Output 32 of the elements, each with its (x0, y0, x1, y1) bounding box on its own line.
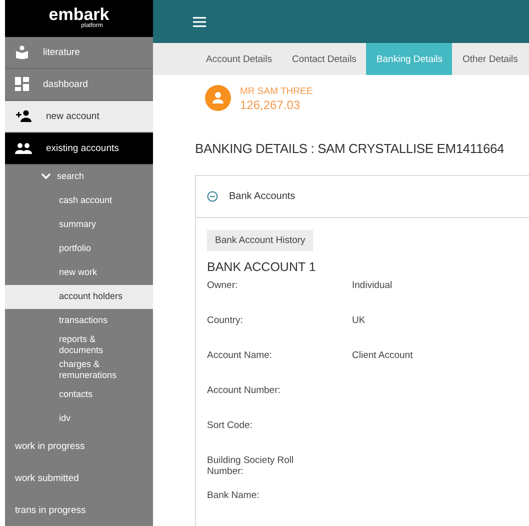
tab[interactable]: Account Details (196, 43, 282, 75)
field-label: Owner: (207, 280, 239, 291)
user-avatar-icon (205, 85, 231, 111)
client-value: 126,267.03 (240, 98, 302, 113)
sidebar-item[interactable]: new account (5, 100, 153, 133)
history-button[interactable]: Bank Account History (207, 230, 314, 251)
menu-icon[interactable] (193, 16, 206, 26)
tab[interactable]: Banking Details (366, 43, 452, 75)
field-label: Building Society Roll Number: (207, 455, 295, 477)
dashboard-icon (15, 77, 29, 92)
book-icon (15, 45, 29, 60)
panel-header[interactable]: Bank Accounts (196, 176, 529, 218)
sidebar-item[interactable]: existing accounts (5, 132, 153, 165)
client-name: MR SAM THREE (240, 85, 313, 98)
field-label: Bank Name: (207, 490, 260, 501)
page-heading: BANKING DETAILS : SAM CRYSTALLISE EM1411664 (195, 141, 506, 156)
sidebar-item[interactable]: account holders (5, 284, 153, 309)
account-title: BANK ACCOUNT 1 (207, 260, 317, 274)
tab[interactable]: Contact Details (282, 43, 366, 75)
field-label: Account Number: (207, 385, 282, 396)
field-value: UK (352, 315, 366, 326)
field-label: Country: (207, 315, 244, 326)
sidebar-item[interactable]: dashboard (5, 68, 153, 101)
collapse-icon[interactable] (207, 191, 218, 202)
tab[interactable]: Other Details (452, 43, 528, 75)
field-label: Sort Code: (207, 420, 254, 431)
field-value: Individual (352, 280, 394, 291)
people-icon (15, 142, 32, 154)
sidebar-item[interactable]: literature (5, 36, 153, 69)
field-value: Client Account (352, 350, 414, 361)
field-label: Account Name: (207, 350, 273, 361)
add-person-icon (15, 110, 32, 122)
